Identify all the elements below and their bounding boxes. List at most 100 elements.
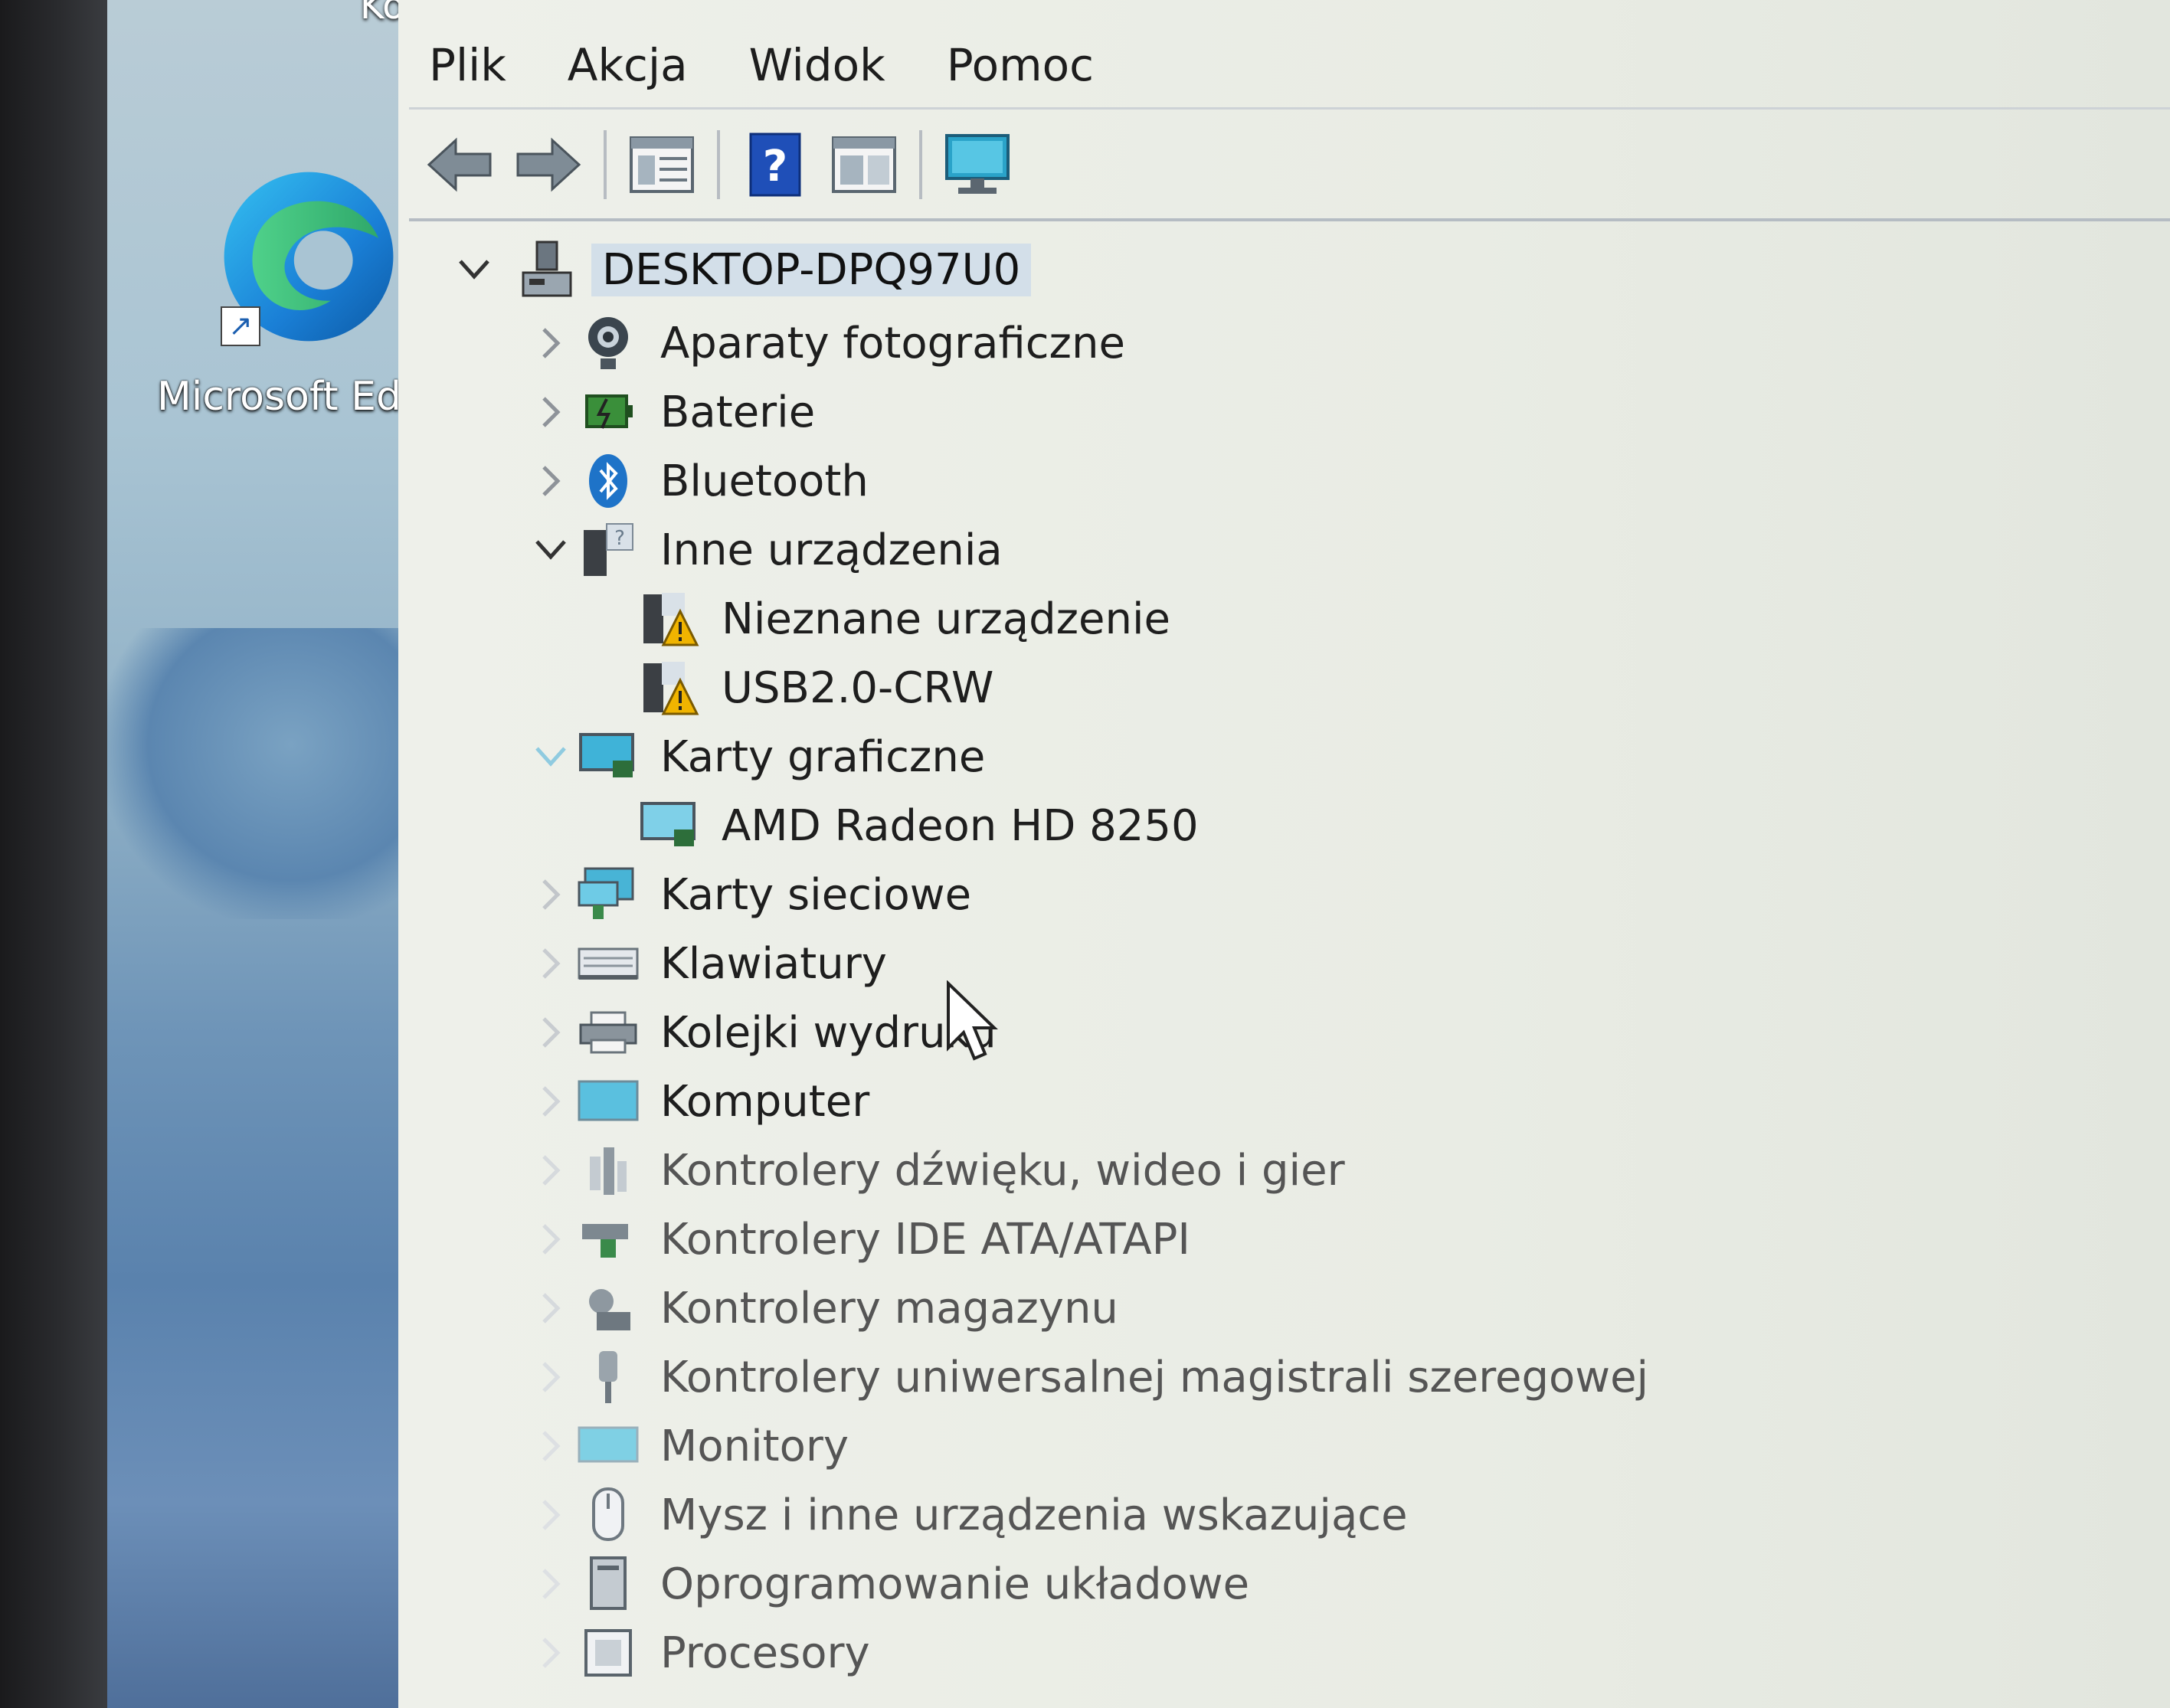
chevron-down-icon[interactable]	[447, 243, 501, 296]
network-adapter-icon	[578, 864, 639, 925]
warning-device-icon	[639, 657, 700, 718]
forward-button[interactable]	[510, 126, 587, 203]
tree-item-procesory[interactable]: Procesory	[524, 1620, 870, 1686]
toolbar-separator	[919, 130, 922, 199]
tree-item-kontrolery-dzwieku[interactable]: Kontrolery dźwięku, wideo i gier	[524, 1137, 1345, 1203]
tree-item-aparaty[interactable]: Aparaty fotograficzne	[524, 310, 1125, 376]
menu-pomoc[interactable]: Pomoc	[916, 31, 1124, 100]
chevron-right-icon[interactable]	[524, 316, 578, 370]
tree-item-komputer[interactable]: Komputer	[524, 1068, 869, 1134]
chevron-right-icon[interactable]	[524, 385, 578, 439]
bluetooth-icon	[578, 450, 639, 512]
view-grid-icon	[832, 136, 896, 193]
toolbar-divider	[409, 218, 2170, 221]
tree-child-amd-radeon[interactable]: AMD Radeon HD 8250	[639, 793, 1199, 859]
tree-item-label: Kontrolery magazynu	[660, 1283, 1118, 1333]
tree-item-label: Bluetooth	[660, 456, 869, 506]
chevron-right-icon[interactable]	[524, 1626, 578, 1680]
tree-item-monitory[interactable]: Monitory	[524, 1413, 849, 1479]
wallpaper-hill	[107, 628, 414, 919]
chevron-right-icon[interactable]	[524, 937, 578, 990]
keyboard-icon	[578, 933, 639, 994]
chevron-right-icon[interactable]	[524, 1144, 578, 1197]
tree-child-usb-crw[interactable]: USB2.0-CRW	[639, 655, 993, 721]
usb-icon	[578, 1346, 639, 1408]
tree-item-kontrolery-magazynu[interactable]: Kontrolery magazynu	[524, 1275, 1118, 1341]
menu-akcja[interactable]: Akcja	[537, 31, 718, 100]
menu-plik[interactable]: Plik	[398, 31, 537, 100]
monitor-bezel	[0, 0, 107, 1708]
computer-root-icon	[516, 239, 578, 300]
back-button[interactable]	[421, 126, 498, 203]
tree-item-baterie[interactable]: Baterie	[524, 379, 815, 445]
device-manager-window: Plik Akcja Widok Pomoc ? DESKTOP-DPQ97U0…	[398, 0, 2170, 1708]
tree-item-klawiatury[interactable]: Klawiatury	[524, 931, 887, 996]
display-adapter-icon	[578, 726, 639, 787]
tree-item-label: Inne urządzenia	[660, 525, 1003, 575]
forward-arrow-icon	[516, 137, 581, 192]
chevron-right-icon[interactable]	[524, 1006, 578, 1059]
tree-child-label: AMD Radeon HD 8250	[722, 800, 1199, 851]
tree-item-karty-graficzne[interactable]: Karty graficzne	[524, 724, 985, 790]
tree-child-nieznane[interactable]: Nieznane urządzenie	[639, 586, 1170, 652]
chevron-down-icon[interactable]	[524, 523, 578, 577]
chevron-right-icon[interactable]	[524, 868, 578, 921]
chevron-right-icon[interactable]	[524, 1281, 578, 1335]
tree-item-label: Karty graficzne	[660, 731, 986, 782]
monitor-icon	[945, 134, 1010, 194]
chevron-right-icon[interactable]	[524, 1557, 578, 1611]
display-adapter-icon	[639, 795, 700, 856]
tree-item-label: Mysz i inne urządzenia wskazujące	[660, 1490, 1408, 1540]
chevron-right-icon[interactable]	[524, 1488, 578, 1542]
mouse-icon	[578, 1484, 639, 1546]
mouse-cursor-icon	[947, 980, 998, 1061]
tree-item-label: Baterie	[660, 387, 816, 437]
tree-item-label: Aparaty fotograficzne	[660, 318, 1125, 368]
help-button[interactable]: ?	[737, 126, 813, 203]
tree-item-kontrolery-usb[interactable]: Kontrolery uniwersalnej magistrali szere…	[524, 1344, 1648, 1410]
tree-root[interactable]: DESKTOP-DPQ97U0	[447, 238, 1032, 301]
menu-widok[interactable]: Widok	[718, 31, 916, 100]
tree-item-label: Klawiatury	[660, 938, 887, 989]
tree-root-label: DESKTOP-DPQ97U0	[591, 243, 1032, 296]
back-arrow-icon	[427, 137, 492, 192]
chevron-down-icon[interactable]	[524, 730, 578, 784]
monitor-icon	[578, 1415, 639, 1477]
tree-item-label: Monitory	[660, 1421, 849, 1471]
tree-item-label: Kontrolery dźwięku, wideo i gier	[660, 1145, 1345, 1196]
battery-icon	[578, 381, 639, 443]
computer-icon	[578, 1071, 639, 1132]
view-button[interactable]	[826, 126, 902, 203]
chevron-right-icon[interactable]	[524, 1212, 578, 1266]
tree-item-label: Kontrolery uniwersalnej magistrali szere…	[660, 1352, 1649, 1402]
tree-item-label: Procesory	[660, 1628, 870, 1678]
chevron-right-icon[interactable]	[524, 454, 578, 508]
menu-bar: Plik Akcja Widok Pomoc	[398, 31, 1124, 100]
edge-shortcut-label[interactable]: Microsoft Ed	[157, 374, 401, 420]
sound-icon	[578, 1140, 639, 1201]
toolbar-separator	[717, 130, 720, 199]
tree-item-kontrolery-ide[interactable]: Kontrolery IDE ATA/ATAPI	[524, 1206, 1190, 1272]
tree-child-label: Nieznane urządzenie	[722, 594, 1170, 644]
tree-item-kolejki[interactable]: Kolejki wydruku	[524, 1000, 997, 1065]
menu-divider	[409, 107, 2170, 110]
firmware-icon	[578, 1553, 639, 1615]
tree-item-mysz[interactable]: Mysz i inne urządzenia wskazujące	[524, 1482, 1408, 1548]
tree-item-karty-sieciowe[interactable]: Karty sieciowe	[524, 862, 971, 928]
tree-item-oprogramowanie[interactable]: Oprogramowanie układowe	[524, 1551, 1249, 1617]
tree-item-inne[interactable]: ? Inne urządzenia	[524, 517, 1003, 583]
storage-icon	[578, 1278, 639, 1339]
device-tree: DESKTOP-DPQ97U0 Aparaty fotograficzne Ba…	[409, 226, 2170, 1708]
chevron-right-icon[interactable]	[524, 1350, 578, 1404]
scan-hardware-button[interactable]	[939, 126, 1016, 203]
properties-grid-icon	[630, 136, 694, 193]
processor-icon	[578, 1622, 639, 1683]
properties-button[interactable]	[624, 126, 700, 203]
chevron-right-icon[interactable]	[524, 1075, 578, 1128]
camera-icon	[578, 312, 639, 374]
tree-item-bluetooth[interactable]: Bluetooth	[524, 448, 869, 514]
unknown-device-icon: ?	[578, 519, 639, 581]
svg-text:?: ?	[614, 527, 625, 550]
svg-text:?: ?	[763, 142, 787, 191]
chevron-right-icon[interactable]	[524, 1419, 578, 1473]
